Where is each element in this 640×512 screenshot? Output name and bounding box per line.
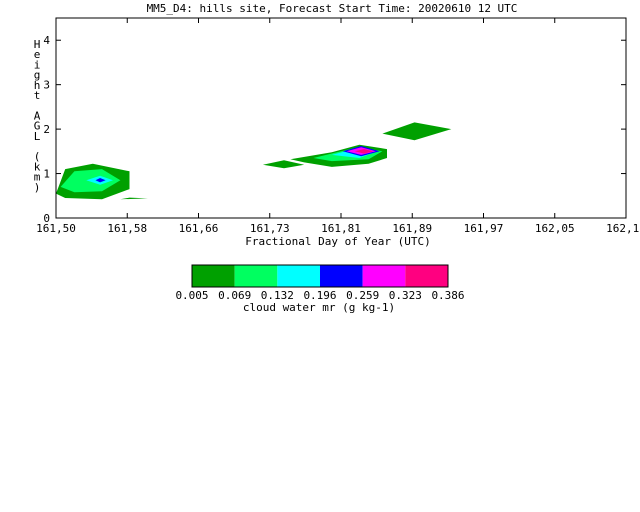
chart-title: MM5_D4: hills site, Forecast Start Time:… bbox=[147, 2, 518, 15]
y-axis-label-char: ) bbox=[34, 181, 41, 194]
contour-region bbox=[262, 160, 305, 169]
y-tick-label: 4 bbox=[43, 34, 50, 47]
y-axis-label-char: t bbox=[34, 89, 41, 102]
y-tick-label: 3 bbox=[43, 79, 50, 92]
colorbar-swatch bbox=[320, 265, 363, 287]
y-axis-label: HeightAGL(km) bbox=[34, 38, 41, 194]
x-tick-label: 162,12 bbox=[606, 222, 640, 235]
x-tick-label: 161,97 bbox=[464, 222, 504, 235]
colorbar-swatch bbox=[192, 265, 235, 287]
chart: MM5_D4: hills site, Forecast Start Time:… bbox=[34, 2, 640, 314]
y-axis-label-char: L bbox=[34, 130, 41, 143]
colorbar-swatch bbox=[277, 265, 320, 287]
x-tick-label: 161,73 bbox=[250, 222, 290, 235]
contour-region bbox=[382, 122, 452, 141]
colorbar-label: cloud water mr (g kg-1) bbox=[243, 301, 395, 314]
colorbar-swatch bbox=[362, 265, 406, 287]
x-tick-label: 161,50 bbox=[36, 222, 76, 235]
colorbar-swatch bbox=[234, 265, 278, 287]
x-axis: 161,50 161,58 161,66 161,73 161,81 161,89 161,… bbox=[36, 18, 640, 235]
colorbar: 0.005 0.069 0.132 0.196 0.259 0.323 0.386 bbox=[175, 264, 465, 302]
contour-region bbox=[120, 197, 148, 200]
y-tick-label: 0 bbox=[43, 212, 50, 225]
plot-frame bbox=[55, 17, 627, 219]
colorbar-level-label: 0.386 bbox=[431, 289, 464, 302]
x-tick-label: 162,05 bbox=[535, 222, 575, 235]
x-tick-label: 161,58 bbox=[107, 222, 147, 235]
x-tick-label: 161,66 bbox=[179, 222, 219, 235]
x-axis-label: Fractional Day of Year (UTC) bbox=[245, 235, 430, 248]
colorbar-level-label: 0.005 bbox=[175, 289, 208, 302]
y-tick-label: 2 bbox=[43, 123, 50, 136]
y-tick-label: 1 bbox=[43, 168, 50, 181]
x-tick-label: 161,81 bbox=[321, 222, 361, 235]
y-axis: 0 1 2 3 4 bbox=[43, 34, 626, 225]
x-tick-label: 161,89 bbox=[392, 222, 432, 235]
colorbar-swatch bbox=[405, 265, 448, 287]
contour-layer bbox=[56, 122, 452, 200]
